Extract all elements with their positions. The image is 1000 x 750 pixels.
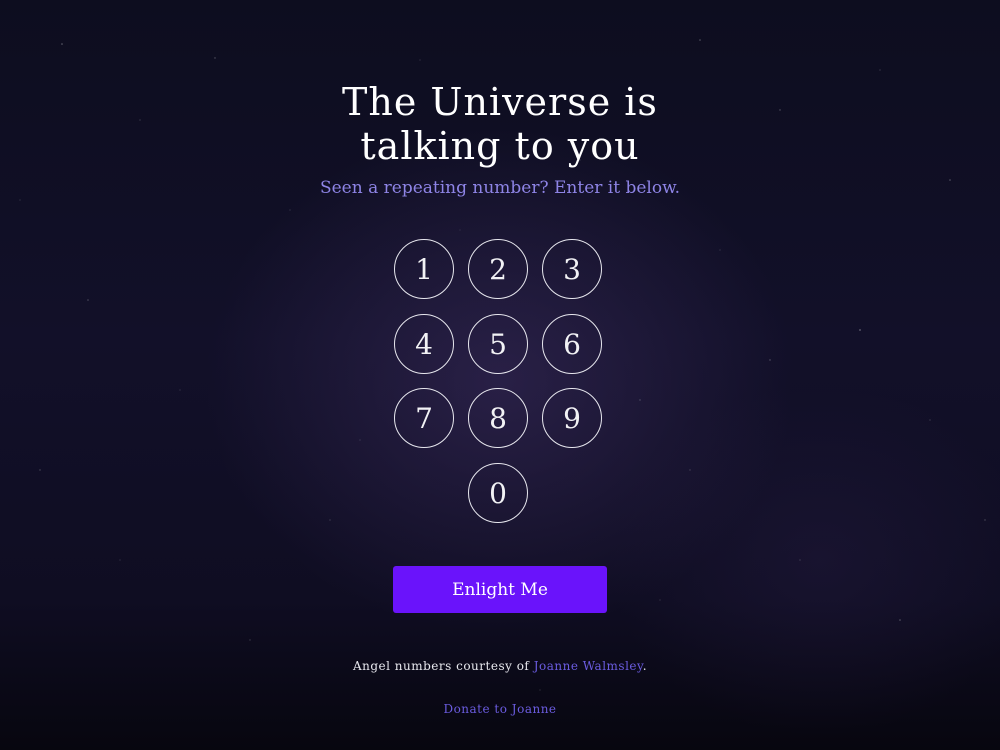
donate-link[interactable]: Donate to Joanne [350,702,650,716]
credit-suffix: . [642,659,648,673]
main-container: The Universe is talking to you Seen a re… [0,0,1000,750]
credit-prefix: Angel numbers courtesy of [352,659,530,673]
keypad-key-5[interactable]: 5 [468,314,528,374]
keypad-key-9[interactable]: 9 [542,388,602,448]
title-line-2: talking to you [360,124,640,168]
credit-line: Angel numbers courtesy of Joanne Walmsle… [250,659,750,673]
keypad-key-1[interactable]: 1 [394,239,454,299]
joanne-walmsley-link[interactable]: Joanne Walmsley [534,659,643,673]
page-title: The Universe is talking to you [250,80,750,168]
keypad-key-7[interactable]: 7 [394,388,454,448]
keypad-key-3[interactable]: 3 [542,239,602,299]
page-subtitle: Seen a repeating number? Enter it below. [319,178,681,198]
title-line-1: The Universe is [342,80,658,124]
keypad-key-0[interactable]: 0 [468,463,528,523]
keypad-key-8[interactable]: 8 [468,388,528,448]
enlight-me-button[interactable]: Enlight Me [393,566,607,613]
keypad-key-2[interactable]: 2 [468,239,528,299]
keypad-key-6[interactable]: 6 [542,314,602,374]
number-keypad: 1 2 3 4 5 6 7 8 9 0 [394,239,606,526]
keypad-key-4[interactable]: 4 [394,314,454,374]
